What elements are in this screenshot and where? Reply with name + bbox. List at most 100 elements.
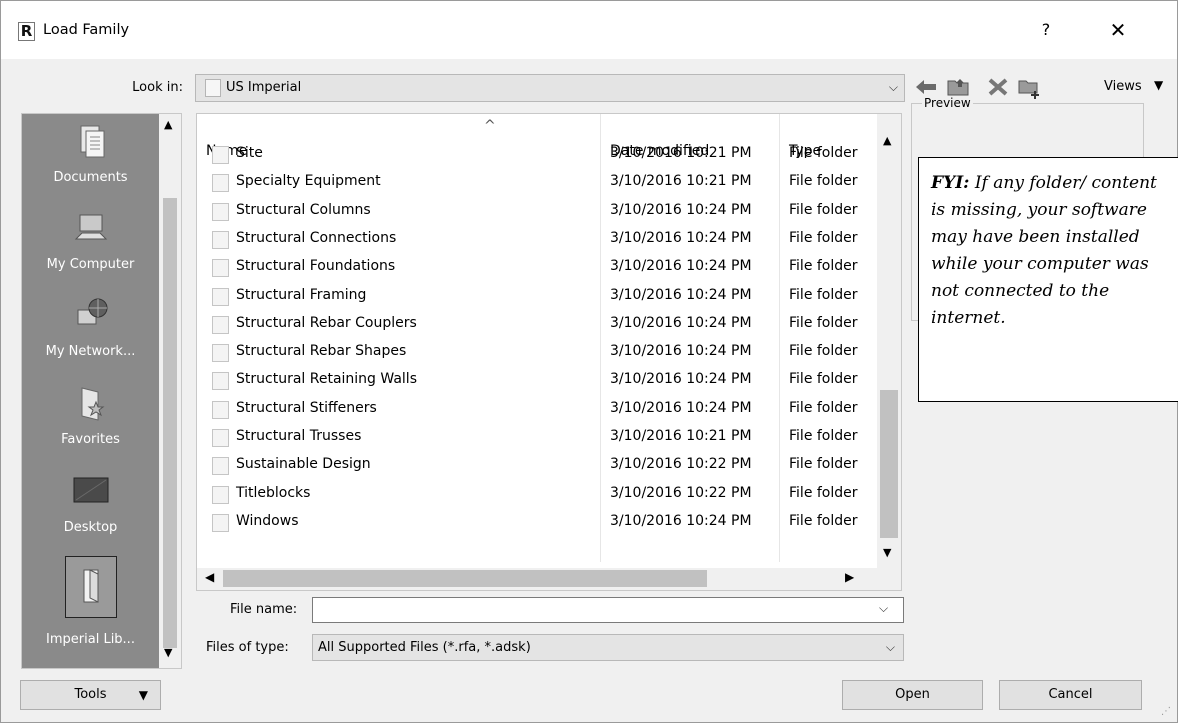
scroll-right-icon[interactable]: ▶ — [845, 570, 854, 584]
file-name-cell: Structural Framing — [236, 286, 367, 303]
date-modified-cell: 3/10/2016 10:21 PM — [610, 145, 752, 161]
date-modified-cell: 3/10/2016 10:24 PM — [610, 201, 752, 218]
date-modified-cell: 3/10/2016 10:24 PM — [610, 229, 752, 246]
table-row[interactable]: Structural Trusses 3/10/2016 10:21 PM File… — [197, 424, 877, 452]
folder-icon — [212, 146, 229, 164]
date-modified-cell: 3/10/2016 10:24 PM — [610, 512, 752, 529]
scroll-left-icon[interactable]: ◀ — [205, 570, 214, 584]
type-cell: File folder — [789, 512, 858, 529]
chevron-down-icon[interactable]: ⌵ — [886, 640, 895, 655]
type-cell: File folder — [789, 145, 858, 161]
table-row[interactable]: Structural Framing 3/10/2016 10:24 PM File… — [197, 283, 877, 311]
help-button[interactable]: ? — [1031, 15, 1061, 45]
table-row[interactable]: Structural Foundations 3/10/2016 10:24 PM… — [197, 254, 877, 282]
tools-button[interactable]: Tools ▼ — [20, 680, 161, 710]
fyi-text: If any folder/ content is missing, your … — [931, 173, 1157, 328]
look-in-value: US Imperial — [226, 80, 302, 95]
places-scrollbar[interactable]: ▲ ▼ — [159, 114, 181, 668]
sort-ascending-icon: ^ — [484, 118, 496, 134]
file-name-cell: Structural Stiffeners — [236, 399, 377, 416]
scroll-up-icon[interactable]: ▲ — [164, 118, 172, 131]
computer-icon — [74, 214, 107, 240]
type-cell: File folder — [789, 428, 858, 444]
folder-icon — [212, 429, 229, 447]
table-row[interactable]: Site 3/10/2016 10:21 PM File folder — [197, 141, 877, 169]
type-cell: File folder — [789, 343, 858, 360]
folder-icon — [212, 230, 229, 249]
table-row[interactable]: Sustainable Design 3/10/2016 10:22 PM File… — [197, 452, 877, 480]
views-dropdown-icon[interactable]: ▼ — [1154, 78, 1163, 92]
look-in-label: Look in: — [132, 80, 183, 95]
type-cell: File folder — [789, 399, 858, 416]
table-row[interactable]: Structural Rebar Shapes 3/10/2016 10:24 P… — [197, 339, 877, 367]
documents-icon — [80, 125, 104, 158]
date-modified-cell: 3/10/2016 10:24 PM — [610, 286, 752, 303]
place-my-network[interactable]: My Network... — [22, 296, 159, 384]
table-row[interactable]: Windows 3/10/2016 10:24 PM File folder — [197, 509, 877, 537]
open-button[interactable]: Open — [842, 680, 983, 710]
views-menu[interactable]: Views — [1104, 79, 1142, 94]
tools-dropdown-icon: ▼ — [138, 688, 148, 702]
table-row[interactable]: Structural Connections 3/10/2016 10:24 PM… — [197, 226, 877, 254]
table-row[interactable]: Structural Retaining Walls 3/10/2016 10:2… — [197, 367, 877, 395]
date-modified-cell: 3/10/2016 10:24 PM — [610, 314, 752, 331]
file-list-horizontal-scrollbar[interactable]: ◀ ▶ — [197, 568, 901, 590]
file-name-cell: Sustainable Design — [236, 456, 371, 473]
chevron-down-icon[interactable]: ⌵ — [879, 601, 888, 616]
table-row[interactable]: Titleblocks 3/10/2016 10:22 PM File folder — [197, 481, 877, 509]
look-in-dropdown[interactable]: US Imperial ⌵ — [195, 74, 905, 102]
folder-icon — [212, 485, 229, 504]
table-row[interactable]: Structural Stiffeners 3/10/2016 10:24 PM F… — [197, 396, 877, 424]
place-label: My Network... — [45, 344, 136, 359]
places-scroll-thumb[interactable] — [163, 198, 177, 648]
folder-icon — [212, 174, 229, 193]
date-modified-cell: 3/10/2016 10:24 PM — [610, 371, 752, 388]
delete-icon[interactable] — [985, 77, 1011, 99]
place-imperial-library[interactable]: Imperial Lib... — [22, 556, 159, 647]
places-bar: Documents My Computer My Network... Favo… — [21, 113, 182, 669]
folder-icon — [212, 400, 229, 419]
cancel-button[interactable]: Cancel — [999, 680, 1142, 710]
resize-grip-icon[interactable]: ⋰ — [1161, 706, 1171, 717]
scroll-down-icon[interactable]: ▼ — [883, 546, 891, 559]
tools-label: Tools — [74, 687, 107, 702]
place-desktop[interactable]: Desktop — [22, 472, 159, 560]
scroll-down-icon[interactable]: ▼ — [164, 646, 172, 659]
favorites-icon — [81, 387, 104, 421]
new-folder-icon[interactable] — [1017, 77, 1043, 99]
table-row[interactable]: Structural Columns 3/10/2016 10:24 PM File… — [197, 198, 877, 226]
place-label: Documents — [53, 170, 128, 185]
network-icon — [77, 298, 107, 325]
table-row[interactable]: Specialty Equipment 3/10/2016 10:21 PM Fil… — [197, 169, 877, 197]
horizontal-scroll-thumb[interactable] — [223, 570, 707, 587]
file-name-input[interactable] — [312, 597, 904, 623]
folder-icon — [212, 315, 229, 334]
place-favorites[interactable]: Favorites — [22, 384, 159, 472]
dialog-title: Load Family — [43, 22, 130, 38]
file-name-cell: Structural Rebar Couplers — [236, 314, 417, 331]
place-label: Favorites — [61, 432, 120, 447]
title-bar: R Load Family ? ✕ — [1, 1, 1177, 59]
file-type-dropdown[interactable]: All Supported Files (*.rfa, *.adsk) ⌵ — [312, 634, 904, 661]
folder-icon — [212, 259, 229, 278]
place-label: Desktop — [63, 520, 118, 535]
close-button[interactable]: ✕ — [1101, 15, 1135, 45]
revit-app-icon: R — [18, 22, 35, 41]
chevron-down-icon[interactable]: ⌵ — [889, 80, 898, 95]
type-cell: File folder — [789, 484, 858, 501]
file-type-value: All Supported Files (*.rfa, *.adsk) — [318, 640, 531, 655]
folder-icon — [205, 79, 221, 97]
vertical-scroll-thumb[interactable] — [880, 390, 898, 538]
file-list-vertical-scrollbar[interactable]: ▲ ▼ — [877, 114, 901, 570]
table-row[interactable]: Structural Rebar Couplers 3/10/2016 10:24… — [197, 311, 877, 339]
type-cell: File folder — [789, 201, 858, 218]
type-cell: File folder — [789, 371, 858, 388]
file-type-label: Files of type: — [206, 640, 289, 655]
load-family-dialog: R Load Family ? ✕ Look in: US Imperial ⌵… — [0, 0, 1178, 723]
place-documents[interactable]: Documents — [22, 122, 159, 210]
folder-icon — [212, 457, 229, 476]
place-my-computer[interactable]: My Computer — [22, 209, 159, 297]
file-list: Name ^ Date modified Type Site3/10/2016 … — [196, 113, 902, 591]
library-folder-icon — [83, 569, 98, 603]
scroll-up-icon[interactable]: ▲ — [883, 134, 891, 147]
